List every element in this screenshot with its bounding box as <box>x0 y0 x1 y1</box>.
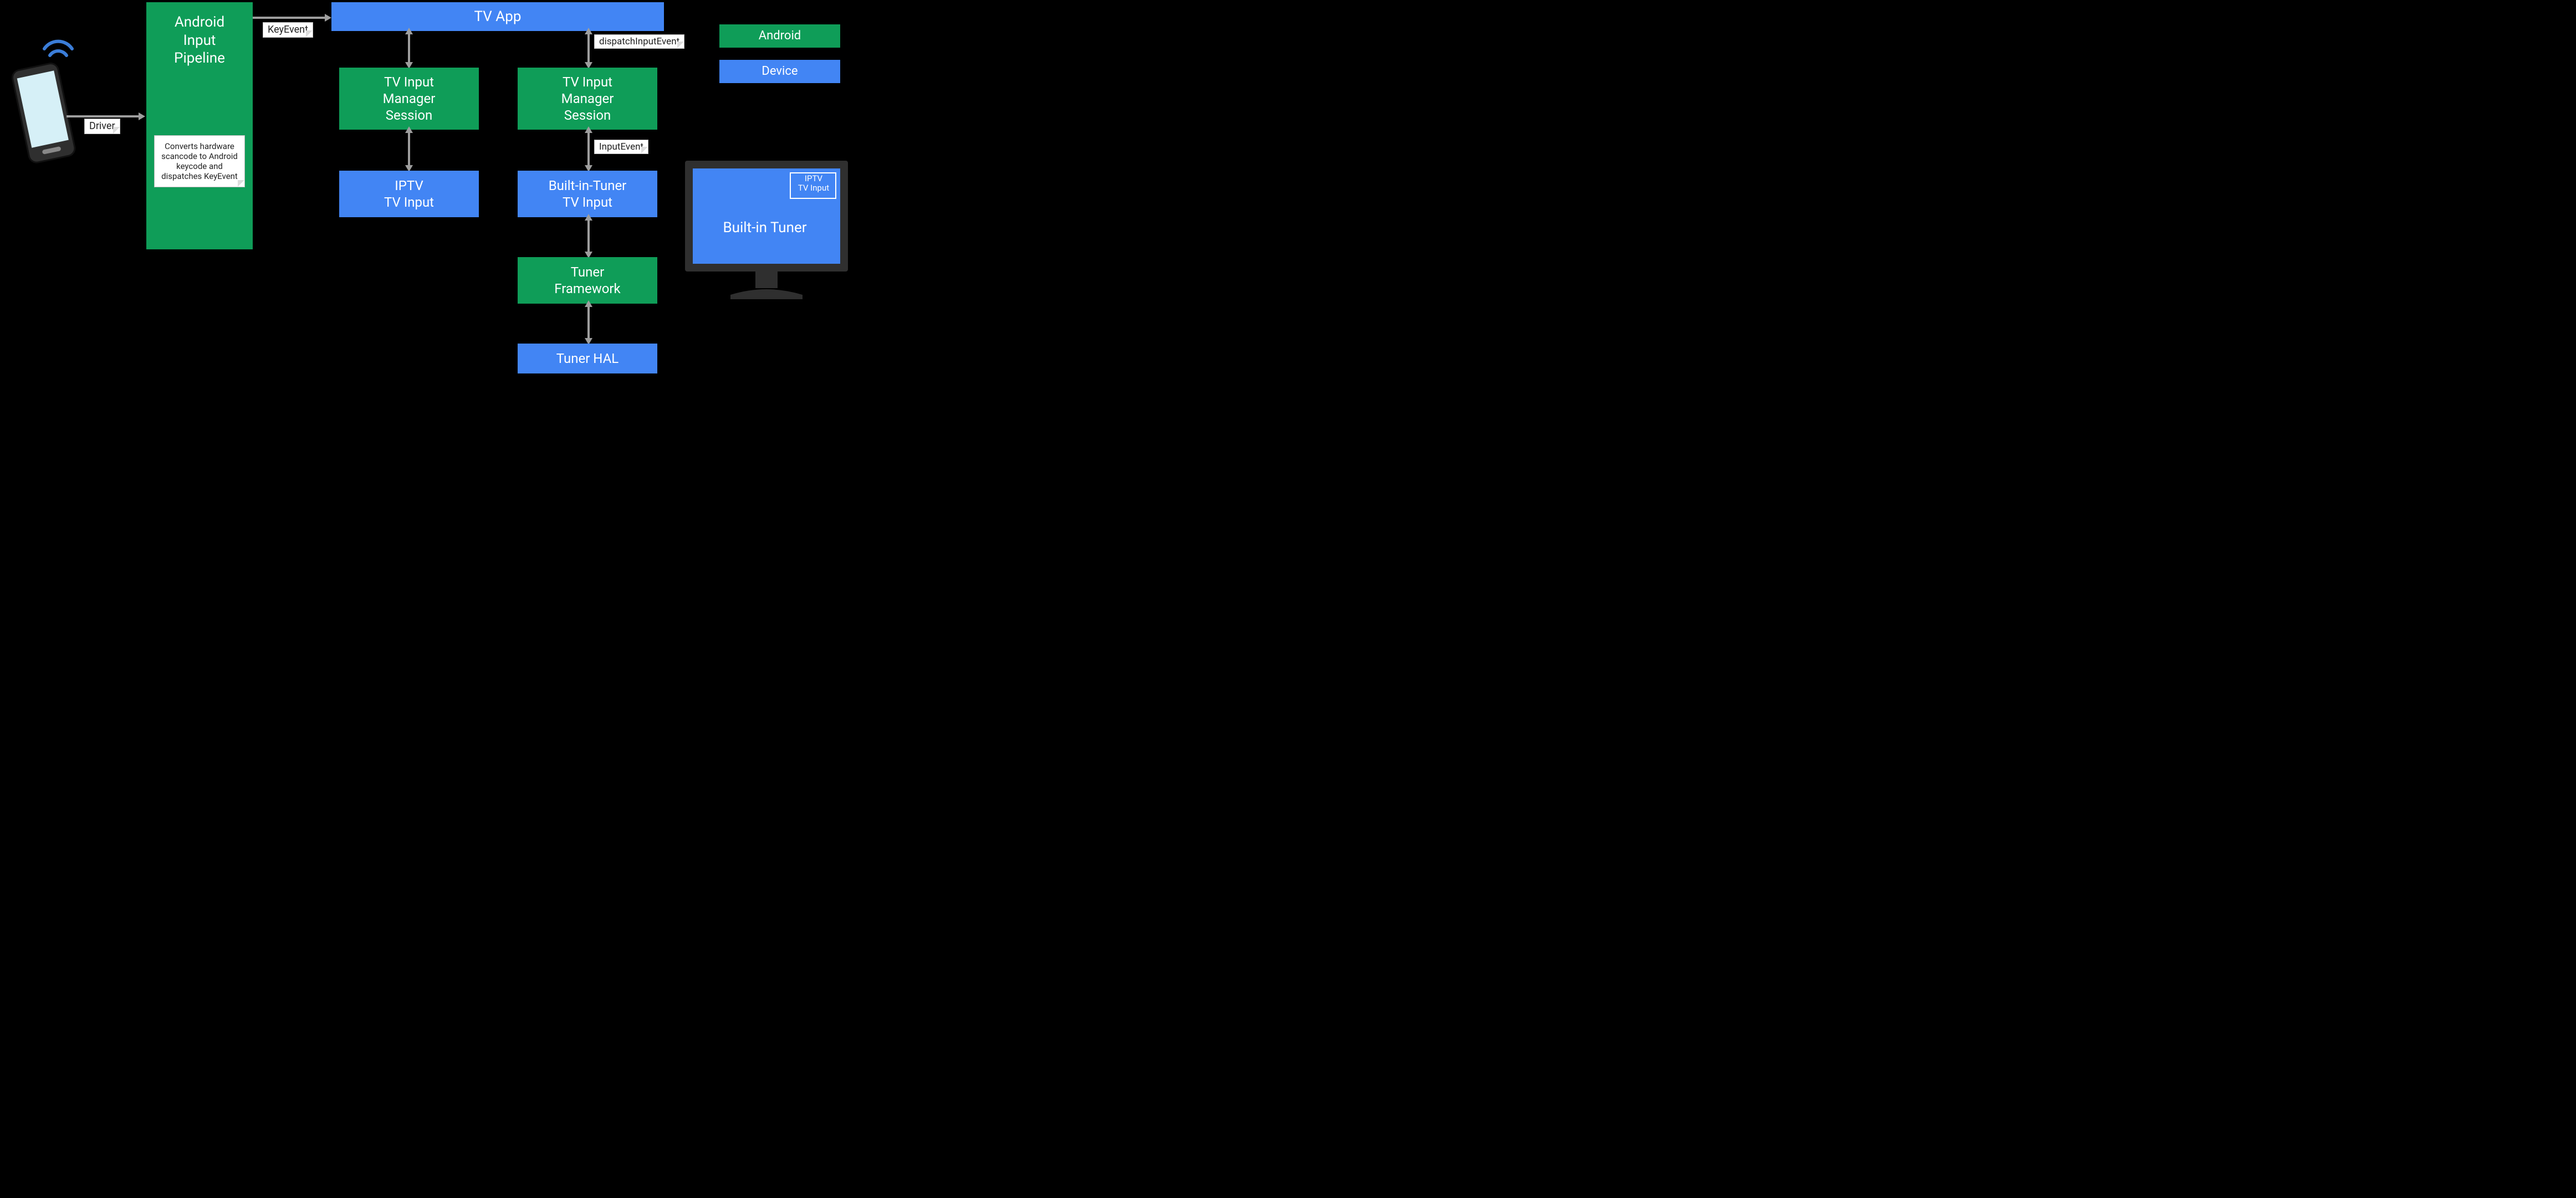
monitor-main-label: Built-in Tuner <box>698 219 831 236</box>
arrow-tunerframework-tunerhal <box>587 304 590 340</box>
monitor-badge-label: IPTV TV Input <box>793 174 835 193</box>
arrow-pipeline-to-tvapp <box>253 17 325 19</box>
arrow-right-session-builtin <box>587 130 590 167</box>
arrow-phone-to-pipeline <box>67 115 139 117</box>
legend-device: Device <box>719 60 840 83</box>
edge-label-inputevent: InputEvent <box>594 140 648 154</box>
android-input-pipeline: Android Input Pipeline <box>146 2 253 249</box>
tuner-hal: Tuner HAL <box>518 344 657 373</box>
edge-label-dispatchinputevent: dispatchInputEvent <box>594 34 684 49</box>
arrowhead-tunerframework-tunerhal-up <box>585 300 592 307</box>
edge-label-keyevent: KeyEvent <box>263 22 313 38</box>
arrowhead-pipeline-to-tvapp <box>325 14 331 22</box>
tv-app: TV App <box>331 2 664 31</box>
arrowhead-left-session-iptv-up <box>405 126 413 133</box>
built-in-tuner-tv-input: Built-in-Tuner TV Input <box>518 171 657 217</box>
legend-android: Android <box>719 24 840 48</box>
arrowhead-phone-to-pipeline <box>139 112 145 120</box>
arrowhead-builtin-tunerframework-up <box>585 214 592 221</box>
arrow-builtin-tunerframework <box>587 217 590 254</box>
iptv-tv-input: IPTV TV Input <box>339 171 479 217</box>
tv-input-manager-session-right: TV Input Manager Session <box>518 68 657 130</box>
pipeline-note: Converts hardware scancode to Android ke… <box>154 135 245 187</box>
arrow-left-session-iptv <box>408 130 410 167</box>
arrowhead-tvapp-left-session-up <box>405 28 413 34</box>
arrow-tvapp-left-session <box>408 31 410 64</box>
arrowhead-right-session-builtin-up <box>585 126 592 133</box>
edge-label-driver: Driver <box>84 119 120 134</box>
phone-icon <box>11 39 89 183</box>
pipeline-title: Android Input Pipeline <box>174 13 225 68</box>
tuner-framework: Tuner Framework <box>518 257 657 304</box>
arrowhead-tvapp-right-session-up <box>585 28 592 34</box>
tv-input-manager-session-left: TV Input Manager Session <box>339 68 479 130</box>
arrow-tvapp-right-session <box>587 31 590 64</box>
